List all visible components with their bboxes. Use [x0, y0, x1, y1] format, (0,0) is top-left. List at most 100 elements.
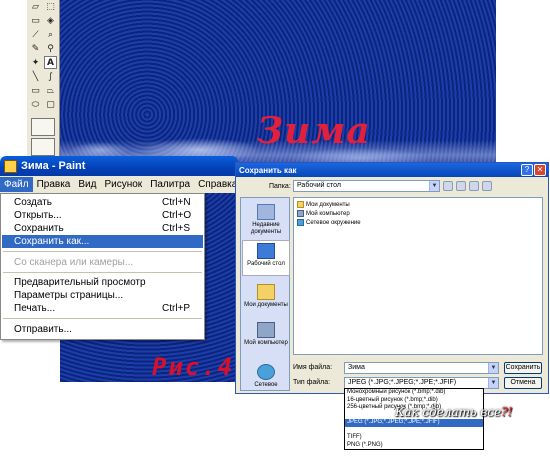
help-button[interactable]: ?: [521, 164, 533, 176]
canvas-caption: Зима: [257, 110, 371, 152]
save-button[interactable]: Сохранить: [504, 362, 542, 374]
network-icon: [257, 364, 275, 380]
place-my-documents[interactable]: Мои документы: [242, 284, 290, 309]
place-recent[interactable]: Недавние документы: [242, 204, 290, 236]
airbrush-icon[interactable]: ✦: [29, 56, 42, 69]
chevron-down-icon[interactable]: ▼: [488, 378, 498, 388]
magnifier-icon[interactable]: ⌕: [44, 28, 57, 41]
place-network[interactable]: Сетевое: [242, 364, 290, 389]
menu-item-save[interactable]: Сохранить Ctrl+S: [2, 222, 203, 235]
file-item[interactable]: Сетевое окружение: [297, 219, 361, 226]
filetype-option[interactable]: TIFF): [345, 434, 483, 442]
desktop-icon: [257, 243, 275, 259]
place-label: Сетевое: [254, 382, 278, 388]
place-label: Мои документы: [244, 302, 288, 308]
file-name: Мои документы: [306, 201, 350, 208]
folder-icon: [297, 201, 304, 208]
paint-app-icon: [4, 159, 17, 173]
rounded-rect-icon[interactable]: ▢: [44, 98, 57, 111]
menu-item-print-preview[interactable]: Предварительный просмотр: [2, 276, 203, 289]
menu-item-label: Предварительный просмотр: [14, 277, 146, 288]
menu-item-label: Со сканера или камеры...: [14, 257, 134, 268]
my-computer-icon: [257, 322, 275, 338]
menu-item-print[interactable]: Печать... Ctrl+P: [2, 302, 203, 315]
eyedropper-icon[interactable]: ⟋: [29, 28, 42, 41]
file-item[interactable]: Мои документы: [297, 201, 350, 208]
filetype-option-selected[interactable]: JPEG (*.JPG;*.JPEG;*.JPE;*.JFIF): [345, 419, 483, 427]
filetype-option[interactable]: PNG (*.PNG): [345, 442, 483, 450]
folder-label: Папка:: [269, 183, 291, 190]
menu-item-send[interactable]: Отправить...: [2, 323, 203, 336]
place-label: Мой компьютер: [244, 340, 288, 346]
menu-separator: [3, 318, 202, 319]
menu-separator: [3, 272, 202, 273]
transparent-mode-icon[interactable]: [31, 138, 55, 156]
my-documents-icon: [257, 284, 275, 300]
menu-colors[interactable]: Палитра: [146, 177, 194, 192]
fill-icon[interactable]: ◈: [44, 14, 57, 27]
menu-edit[interactable]: Правка: [33, 177, 75, 192]
figure-label: Рис.4: [152, 353, 235, 381]
ellipse-icon[interactable]: ⬭: [29, 98, 42, 111]
filetype-dropdown-list: Монохромный рисунок (*.bmp;*.dib) 16-цве…: [344, 388, 484, 450]
menu-item-label: Создать: [14, 197, 53, 208]
menu-item-open[interactable]: Открыть... Ctrl+O: [2, 209, 203, 222]
file-name: Сетевое окружение: [306, 219, 361, 226]
select-icon[interactable]: ⬚: [44, 0, 57, 13]
paint-toolbox: ▱ ⬚ ▭ ◈ ⟋ ⌕ ✎ ⚲ ✦ A ╲ ∫ ▭ ⏢ ⬭ ▢: [27, 0, 60, 157]
eraser-icon[interactable]: ▭: [29, 14, 42, 27]
filename-value: Зима: [348, 364, 365, 371]
place-my-computer[interactable]: Мой компьютер: [242, 322, 290, 347]
up-folder-icon[interactable]: [456, 181, 466, 191]
menu-shortcut: Ctrl+P: [162, 303, 191, 314]
menu-separator: [3, 251, 202, 252]
file-item[interactable]: Мой компьютер: [297, 210, 350, 217]
filetype-option[interactable]: Монохромный рисунок (*.bmp;*.dib): [345, 389, 483, 397]
view-menu-icon[interactable]: [482, 181, 492, 191]
line-icon[interactable]: ╲: [29, 70, 42, 83]
place-label: Недавние документы: [250, 222, 282, 235]
folder-select[interactable]: Рабочий стол ▼: [293, 180, 440, 192]
close-icon[interactable]: ✕: [534, 164, 546, 176]
place-label: Рабочий стол: [247, 261, 285, 267]
pencil-icon[interactable]: ✎: [29, 42, 42, 55]
free-select-icon[interactable]: ▱: [29, 0, 42, 13]
watermark: Как сделать все?!: [395, 405, 512, 419]
place-desktop[interactable]: Рабочий стол: [242, 240, 290, 276]
menu-item-from-scanner[interactable]: Со сканера или камеры...: [2, 256, 203, 269]
curve-icon[interactable]: ∫: [44, 70, 57, 83]
brush-icon[interactable]: ⚲: [44, 42, 57, 55]
menu-file[interactable]: Файл: [0, 177, 33, 192]
menu-shortcut: Ctrl+S: [162, 223, 191, 234]
filetype-option[interactable]: 16-цветный рисунок (*.bmp;*.dib): [345, 397, 483, 405]
network-icon: [297, 219, 304, 226]
menu-item-new[interactable]: Создать Ctrl+N: [2, 196, 203, 209]
watermark-text: Как сделать все: [395, 405, 502, 419]
filename-input[interactable]: Зима ▼: [344, 362, 499, 374]
dialog-titlebar: Сохранить как ? ✕: [236, 163, 548, 177]
new-folder-icon[interactable]: [469, 181, 479, 191]
menu-item-label: Отправить...: [14, 324, 72, 335]
menu-image[interactable]: Рисунок: [100, 177, 146, 192]
chevron-down-icon[interactable]: ▼: [488, 363, 498, 373]
filetype-value: JPEG (*.JPG;*.JPEG;*.JPE;*.JFIF): [348, 379, 457, 386]
watermark-mark: ?!: [501, 405, 513, 419]
menu-item-label: Печать...: [14, 303, 56, 314]
opaque-mode-icon[interactable]: [31, 118, 55, 136]
rectangle-icon[interactable]: ▭: [29, 84, 42, 97]
file-menu-dropdown: Создать Ctrl+N Открыть... Ctrl+O Сохранить…: [0, 193, 205, 340]
menu-item-page-setup[interactable]: Параметры страницы...: [2, 289, 203, 302]
menu-item-save-as[interactable]: Сохранить как...: [2, 235, 203, 248]
save-as-dialog: Сохранить как ? ✕ Папка: Рабочий стол ▼ …: [235, 162, 549, 394]
menu-item-label: Сохранить: [14, 223, 64, 234]
text-icon[interactable]: A: [44, 56, 57, 69]
menu-shortcut: Ctrl+N: [162, 197, 191, 208]
cancel-button[interactable]: Отмена: [504, 377, 542, 389]
menu-view[interactable]: Вид: [74, 177, 100, 192]
filetype-option[interactable]: [345, 427, 483, 435]
file-name: Мой компьютер: [306, 210, 350, 217]
polygon-icon[interactable]: ⏢: [44, 84, 57, 97]
chevron-down-icon[interactable]: ▼: [429, 181, 439, 191]
menu-item-label: Параметры страницы...: [14, 290, 124, 301]
back-icon[interactable]: [443, 181, 453, 191]
